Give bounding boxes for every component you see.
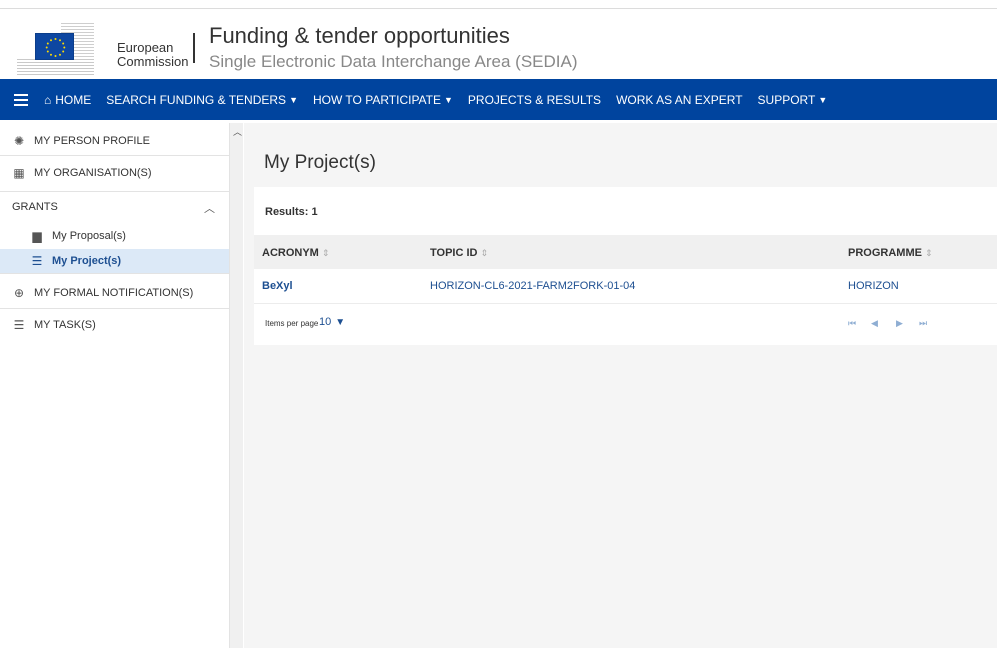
header-divider <box>193 33 195 63</box>
lightbulb-icon: ✺ <box>13 134 25 148</box>
cell-topic-id[interactable]: HORIZON-CL6-2021-FARM2FORK-01-04 <box>430 280 635 292</box>
table-header: ACRONYM ⇕ TOPIC ID ⇕ PROGRAMME ⇕ <box>254 235 997 269</box>
sidebar-item-formal-notifications[interactable]: ⊕ MY FORMAL NOTIFICATION(S) <box>0 281 229 305</box>
sidebar-item-person-profile[interactable]: ✺ MY PERSON PROFILE <box>0 131 229 151</box>
nav-projects-results[interactable]: PROJECTS & RESULTS <box>468 93 601 107</box>
first-page-icon[interactable]: ⏮ <box>848 318 856 329</box>
site-subtitle: Single Electronic Data Interchange Area … <box>209 52 578 71</box>
table-footer: Items per page 10 ▼ ⏮ ◀ ▶ ⏭ <box>254 303 997 345</box>
sort-icon: ⇕ <box>924 248 933 258</box>
site-header: European Commission Funding & tender opp… <box>0 9 997 79</box>
main-nav: ⌂ HOME SEARCH FUNDING & TENDERS ▼ HOW TO… <box>0 79 997 120</box>
sidebar-item-proposals[interactable]: ▆ My Proposal(s) <box>0 226 229 246</box>
sidebar-divider <box>0 308 229 309</box>
sort-icon: ⇕ <box>321 248 330 258</box>
column-programme[interactable]: PROGRAMME ⇕ <box>848 247 933 259</box>
sort-icon: ⇕ <box>480 248 489 258</box>
hamburger-menu-icon[interactable] <box>14 93 30 106</box>
sidebar-divider <box>0 155 229 156</box>
building-icon: ▦ <box>13 166 25 180</box>
list-icon: ☰ <box>13 318 25 332</box>
previous-page-icon[interactable]: ◀ <box>871 318 878 329</box>
nav-search-funding[interactable]: SEARCH FUNDING & TENDERS ▼ <box>106 93 298 107</box>
results-count: Results: 1 <box>265 206 318 218</box>
caret-down-icon: ▼ <box>444 94 453 105</box>
projects-panel: Results: 1 ACRONYM ⇕ TOPIC ID ⇕ PROGRAMME ⇕… <box>254 187 997 345</box>
scroll-up-icon[interactable]: ︿ <box>233 125 242 138</box>
caret-down-icon: ▼ <box>289 94 298 105</box>
page-title: My Project(s) <box>264 152 376 173</box>
sidebar-divider <box>0 273 229 274</box>
nav-support[interactable]: SUPPORT ▼ <box>758 93 828 107</box>
sidebar-group-grants[interactable]: GRANTS ︿ <box>0 197 229 217</box>
table-row: BeXyl HORIZON-CL6-2021-FARM2FORK-01-04 H… <box>254 269 997 303</box>
home-icon: ⌂ <box>44 92 52 107</box>
document-icon: ▆ <box>32 229 42 243</box>
column-acronym[interactable]: ACRONYM ⇕ <box>262 247 329 259</box>
eu-flag-icon <box>17 19 94 75</box>
column-topic-id[interactable]: TOPIC ID ⇕ <box>430 247 488 259</box>
nav-home[interactable]: ⌂ HOME <box>44 93 91 107</box>
globe-icon: ⊕ <box>13 286 25 300</box>
list-icon: ☰ <box>31 254 43 268</box>
caret-down-icon: ▼ <box>818 94 828 105</box>
brand-name: European Commission <box>117 40 189 69</box>
nav-how-to-participate[interactable]: HOW TO PARTICIPATE ▼ <box>313 93 453 107</box>
nav-work-as-expert[interactable]: WORK AS AN EXPERT <box>616 93 742 107</box>
sidebar-scrollbar[interactable]: ︿ <box>229 123 243 648</box>
sidebar: ✺ MY PERSON PROFILE ▦ MY ORGANISATION(S)… <box>0 123 229 648</box>
sidebar-item-projects[interactable]: ☰ My Project(s) <box>0 249 229 273</box>
last-page-icon[interactable]: ⏭ <box>919 318 927 329</box>
cell-acronym[interactable]: BeXyl <box>262 280 293 292</box>
european-commission-logo[interactable]: European Commission <box>17 19 200 75</box>
sidebar-item-tasks[interactable]: ☰ MY TASK(S) <box>0 314 229 336</box>
cell-programme[interactable]: HORIZON <box>848 280 899 292</box>
main-content: My Project(s) Results: 1 ACRONYM ⇕ TOPIC … <box>244 123 997 648</box>
caret-down-icon: ▼ <box>335 317 346 328</box>
items-per-page-select[interactable]: 10 ▼ <box>319 316 345 328</box>
items-per-page-label: Items per page <box>265 319 319 328</box>
sidebar-item-organisations[interactable]: ▦ MY ORGANISATION(S) <box>0 161 229 185</box>
sidebar-divider <box>0 191 229 192</box>
chevron-up-icon: ︿ <box>204 203 215 215</box>
site-title: Funding & tender opportunities <box>209 23 510 48</box>
next-page-icon[interactable]: ▶ <box>896 318 903 329</box>
